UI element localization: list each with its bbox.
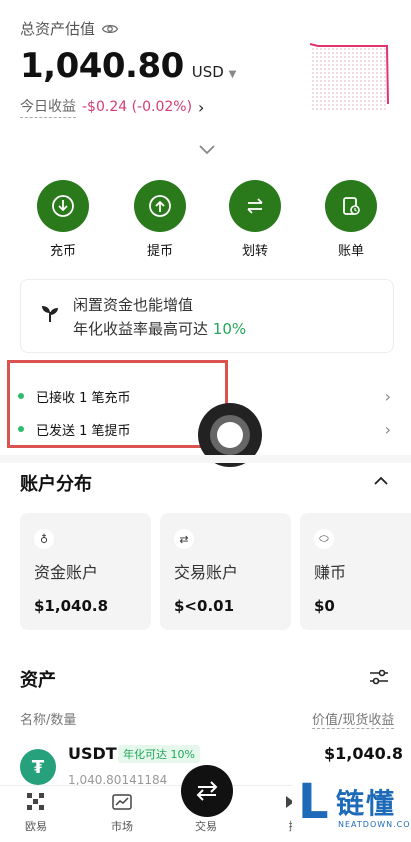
- earn-account-card[interactable]: ⬭ 赚币 $0: [300, 513, 411, 630]
- caret-down-icon: ▼: [228, 69, 237, 80]
- today-pnl-row[interactable]: 今日收益 -$0.24 (-0.02%) ›: [20, 96, 204, 118]
- okx-logo-icon: [27, 793, 44, 810]
- swap-icon: ⇄: [174, 529, 194, 549]
- nav-market[interactable]: 市场: [92, 792, 152, 834]
- trading-account-card[interactable]: ⇄ 交易账户 $<0.01: [160, 513, 291, 630]
- total-assets-label: 总资产估值: [20, 18, 119, 39]
- accounts-title: 账户分布: [20, 474, 92, 495]
- bill-button[interactable]: 账单: [315, 180, 387, 259]
- watermark-logo: L: [298, 774, 329, 830]
- trade-button[interactable]: [181, 765, 233, 817]
- trade-icon: [196, 781, 218, 801]
- sprout-icon: [42, 306, 58, 322]
- pill-icon: ⬭: [314, 529, 334, 549]
- nav-okx[interactable]: 欧易: [6, 792, 66, 834]
- withdraw-icon: [149, 195, 171, 217]
- filter-icon[interactable]: [368, 666, 390, 688]
- watermark: L 链懂 NEATDOWN.COM: [292, 770, 411, 841]
- today-pnl-label: 今日收益: [20, 96, 76, 118]
- today-pnl-value: -$0.24 (-0.02%): [82, 99, 193, 115]
- bill-icon: [343, 197, 360, 215]
- chevron-right-icon: ›: [198, 97, 205, 117]
- assets-title: 资产: [20, 670, 56, 691]
- promo-line2: 年化收益率最高可达 10%: [73, 320, 247, 338]
- highlight-box: [7, 360, 228, 448]
- chevron-right-icon: ›: [384, 419, 391, 439]
- earn-promo-banner[interactable]: 闲置资金也能增值 年化收益率最高可达 10%: [20, 279, 394, 353]
- deposit-button[interactable]: 充币: [27, 180, 99, 259]
- expand-chevron-icon[interactable]: [198, 144, 216, 156]
- promo-line1: 闲置资金也能增值: [73, 296, 194, 314]
- nav-trade-label[interactable]: 交易: [176, 818, 236, 834]
- promo-rate: 10%: [212, 320, 247, 338]
- wallet-bag-icon: ♁: [34, 529, 54, 549]
- sparkline-chart: [309, 43, 389, 110]
- chevron-right-icon: ›: [384, 386, 391, 406]
- column-header-name: 名称/数量: [20, 713, 77, 728]
- transfer-button[interactable]: 划转: [219, 180, 291, 259]
- column-header-value[interactable]: 价值/现货收益: [312, 709, 395, 729]
- watermark-text: 链懂: [336, 787, 397, 820]
- deposit-icon: [52, 195, 74, 217]
- market-icon: [112, 794, 132, 810]
- funding-account-card[interactable]: ♁ 资金账户 $1,040.8: [20, 513, 151, 630]
- total-amount: 1,040.80 USD ▼: [20, 46, 236, 86]
- eye-icon[interactable]: [101, 20, 119, 38]
- asset-value: $1,040.8: [324, 744, 403, 763]
- currency-selector[interactable]: USD ▼: [192, 63, 237, 81]
- transfer-icon: [247, 198, 263, 214]
- apy-badge: 年化可达 10%: [118, 745, 200, 763]
- collapse-chevron-icon[interactable]: [373, 476, 389, 486]
- total-amount-value: 1,040.80: [20, 46, 184, 86]
- section-divider: [0, 455, 411, 463]
- usdt-logo-icon: ₮: [20, 749, 56, 785]
- quick-actions: 充币 提币 划转 账单: [0, 180, 411, 260]
- withdraw-button[interactable]: 提币: [124, 180, 196, 259]
- asset-symbol[interactable]: USDT: [68, 744, 117, 763]
- watermark-url: NEATDOWN.COM: [338, 820, 411, 829]
